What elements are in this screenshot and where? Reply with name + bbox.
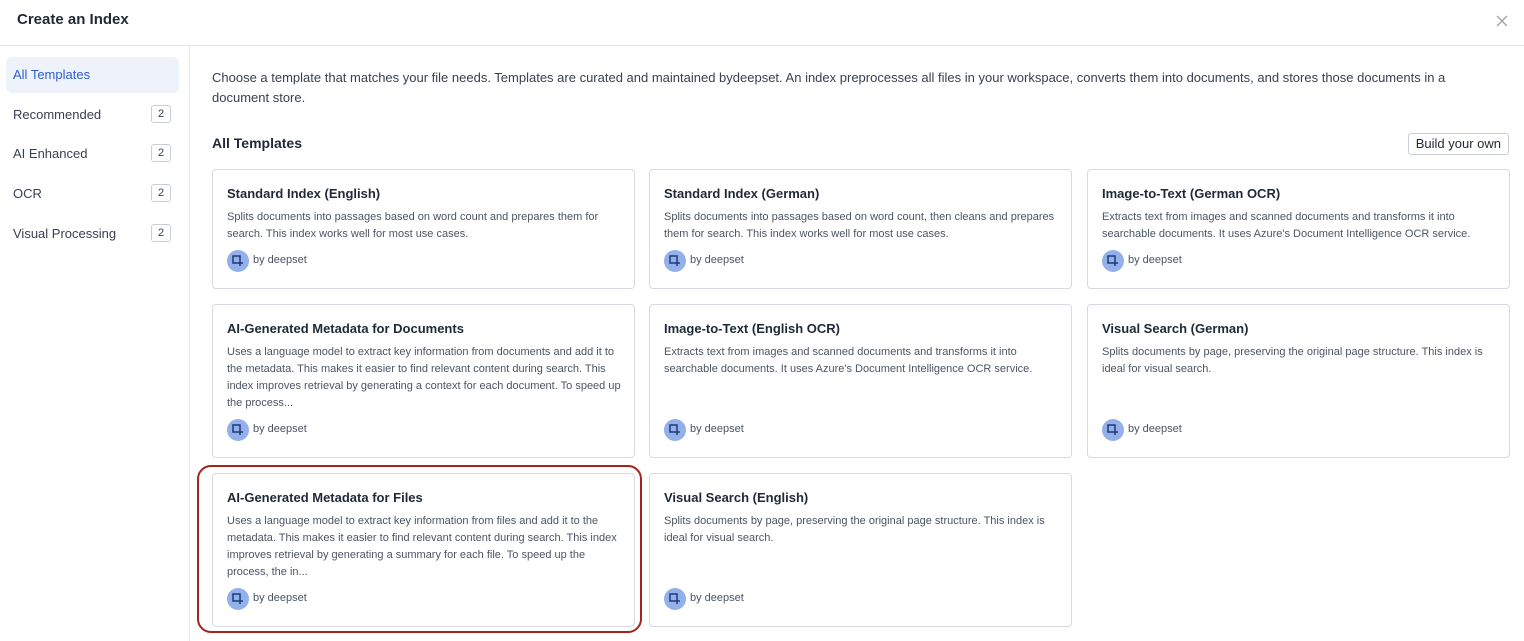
card-author: by deepset: [690, 254, 744, 266]
deepset-logo-icon: [227, 419, 249, 441]
template-card-ai-metadata-files[interactable]: AI-Generated Metadata for Files Uses a l…: [212, 473, 635, 627]
sidebar-item-label: OCR: [13, 186, 42, 201]
card-description: Uses a language model to extract key inf…: [227, 515, 617, 578]
template-card-image-to-text-german[interactable]: Image-to-Text (German OCR) Extracts text…: [1087, 169, 1510, 289]
deepset-logo-icon: [664, 250, 686, 272]
sidebar-item-label: All Templates: [13, 67, 91, 82]
deepset-logo-icon: [227, 250, 249, 272]
card-author: by deepset: [1128, 423, 1182, 435]
card-title: AI-Generated Metadata for Files: [227, 490, 423, 505]
deepset-logo-icon: [227, 588, 249, 610]
card-description: Splits documents into passages based on …: [227, 211, 599, 240]
count-badge: 2: [151, 224, 171, 242]
template-card-ai-metadata-documents[interactable]: AI-Generated Metadata for Documents Uses…: [212, 304, 635, 458]
count-badge: 2: [151, 184, 171, 202]
deepset-logo-icon: [1102, 250, 1124, 272]
build-your-own-button[interactable]: Build your own: [1407, 133, 1509, 155]
template-category-sidebar: All Templates Recommended 2 AI Enhanced …: [0, 46, 190, 641]
intro-text: Choose a template that matches your file…: [212, 70, 1446, 105]
dialog-title: Create an Index: [17, 11, 129, 28]
sidebar-item-label: Recommended: [13, 107, 102, 122]
sidebar-item-label: Visual Processing: [13, 226, 117, 241]
template-card-standard-english[interactable]: Standard Index (English) Splits document…: [212, 169, 635, 289]
card-title: Visual Search (English): [664, 490, 809, 505]
card-title: Visual Search (German): [1102, 321, 1249, 336]
card-description: Uses a language model to extract key inf…: [227, 346, 621, 409]
card-description: Splits documents into passages based on …: [664, 211, 1055, 240]
card-description: Extracts text from images and scanned do…: [664, 346, 1033, 375]
dialog-header: Create an Index: [0, 0, 1524, 46]
card-description: Extracts text from images and scanned do…: [1102, 211, 1471, 240]
template-card-standard-german[interactable]: Standard Index (German) Splits documents…: [649, 169, 1072, 289]
sidebar-item-ai-enhanced[interactable]: AI Enhanced 2: [6, 136, 179, 172]
card-author: by deepset: [253, 254, 307, 266]
card-description: Splits documents by page, preserving the…: [664, 515, 1045, 544]
card-title: Standard Index (German): [664, 186, 820, 201]
count-badge: 2: [151, 105, 171, 123]
card-author: by deepset: [1128, 254, 1182, 266]
card-author: by deepset: [253, 423, 307, 435]
count-badge: 2: [151, 144, 171, 162]
card-author: by deepset: [690, 423, 744, 435]
sidebar-item-recommended[interactable]: Recommended 2: [6, 97, 179, 133]
template-card-visual-search-english[interactable]: Visual Search (English) Splits documents…: [649, 473, 1072, 627]
deepset-logo-icon: [664, 588, 686, 610]
deepset-logo-icon: [664, 419, 686, 441]
close-icon[interactable]: [1492, 11, 1512, 31]
card-title: AI-Generated Metadata for Documents: [227, 321, 464, 336]
card-author: by deepset: [253, 592, 307, 604]
card-title: Image-to-Text (English OCR): [664, 321, 840, 336]
template-card-visual-search-german[interactable]: Visual Search (German) Splits documents …: [1087, 304, 1510, 458]
card-author: by deepset: [690, 592, 744, 604]
card-title: Standard Index (English): [227, 186, 381, 201]
section-title: All Templates: [212, 135, 302, 151]
card-title: Image-to-Text (German OCR): [1102, 186, 1281, 201]
template-card-image-to-text-english[interactable]: Image-to-Text (English OCR) Extracts tex…: [649, 304, 1072, 458]
sidebar-item-all-templates[interactable]: All Templates: [6, 57, 179, 93]
sidebar-item-visual-processing[interactable]: Visual Processing 2: [6, 216, 179, 252]
deepset-logo-icon: [1102, 419, 1124, 441]
card-description: Splits documents by page, preserving the…: [1102, 346, 1483, 375]
sidebar-item-label: AI Enhanced: [13, 146, 88, 161]
sidebar-item-ocr[interactable]: OCR 2: [6, 176, 179, 212]
